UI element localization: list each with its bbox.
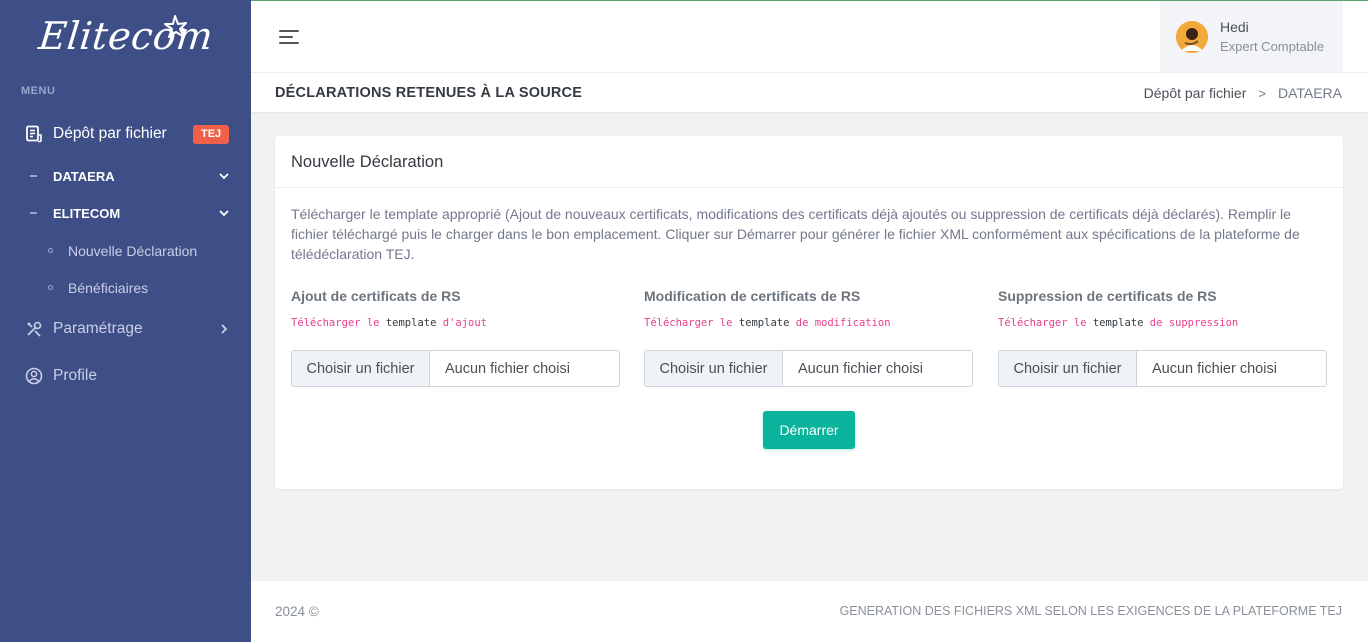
sidebar-item-profile[interactable]: Profile <box>0 361 251 391</box>
breadcrumb-item-dataera: DATAERA <box>1277 85 1342 101</box>
breadcrumb-separator: > <box>1258 85 1266 101</box>
sidebar-item-label: ELITECOM <box>53 205 121 221</box>
column-label: Ajout de certificats de RS <box>291 288 461 304</box>
page-title: DÉCLARATIONS RETENUES À LA SOURCE <box>275 85 583 101</box>
ajout-column: Ajout de certificats de RS Télécharger l… <box>291 288 620 387</box>
file-name: Aucun fichier choisi <box>1152 360 1277 377</box>
download-template-link[interactable]: Télécharger le template de suppression <box>998 317 1327 329</box>
footer-copyright: 2024 © <box>275 604 319 619</box>
footer: 2024 © GENERATION DES FICHIERS XML SELON… <box>251 581 1368 642</box>
sidebar: Elitecom MENU Dépôt par fichier TEJ DATA… <box>0 0 251 642</box>
breadcrumb: Dépôt par fichier > DATAERA <box>1144 85 1342 101</box>
modification-file-input[interactable]: Choisir un fichier Aucun fichier choisi <box>644 350 973 387</box>
sidebar-item-nouvelle-declaration[interactable]: Nouvelle Déclaration <box>0 240 251 262</box>
chevron-right-icon <box>221 324 228 334</box>
user-name: Hedi <box>1220 19 1249 35</box>
ajout-file-input[interactable]: Choisir un fichier Aucun fichier choisi <box>291 350 620 387</box>
sidebar-item-depot[interactable]: Dépôt par fichier TEJ <box>0 119 251 149</box>
column-label: Suppression de certificats de RS <box>998 288 1217 304</box>
avatar <box>1176 21 1208 53</box>
top-bar: Hedi Expert Comptable <box>251 0 1368 72</box>
declaration-card: Nouvelle Déclaration Télécharger le temp… <box>275 136 1343 489</box>
user-avatar-icon <box>1176 21 1208 53</box>
sidebar-item-label: DATAERA <box>53 168 115 184</box>
sidebar-item-label: Paramétrage <box>53 320 143 337</box>
user-role: Expert Comptable <box>1220 39 1325 54</box>
star-icon <box>164 15 187 38</box>
suppression-file-input[interactable]: Choisir un fichier Aucun fichier choisi <box>998 350 1327 387</box>
page-title-bar: DÉCLARATIONS RETENUES À LA SOURCE Dépôt … <box>251 72 1368 112</box>
bullet-icon <box>48 285 53 290</box>
download-template-link[interactable]: Télécharger le template d'ajout <box>291 317 620 329</box>
user-menu[interactable]: Hedi Expert Comptable <box>1160 1 1343 72</box>
footer-tagline: GENERATION DES FICHIERS XML SELON LES EX… <box>839 604 1342 618</box>
modification-column: Modification de certificats de RS Téléch… <box>644 288 973 387</box>
chevron-down-icon <box>219 173 229 180</box>
sidebar-item-beneficiaires[interactable]: Bénéficiaires <box>0 277 251 299</box>
file-name: Aucun fichier choisi <box>798 360 923 377</box>
sidebar-item-label: Nouvelle Déclaration <box>68 243 198 259</box>
bullet-icon <box>48 248 53 253</box>
file-name: Aucun fichier choisi <box>445 360 570 377</box>
breadcrumb-item-depot[interactable]: Dépôt par fichier <box>1144 85 1247 101</box>
download-template-link[interactable]: Télécharger le template de modification <box>644 317 973 329</box>
sidebar-item-label: Bénéficiaires <box>68 280 149 296</box>
document-icon <box>26 125 42 143</box>
sidebar-item-dataera[interactable]: DATAERA <box>0 164 251 188</box>
sidebar-item-parametrage[interactable]: Paramétrage <box>0 314 251 344</box>
dash-icon <box>30 175 37 177</box>
choose-file-button[interactable]: Choisir un fichier <box>645 351 783 386</box>
chevron-down-icon <box>219 210 229 217</box>
dash-icon <box>30 212 37 214</box>
tools-icon <box>27 321 42 337</box>
sidebar-item-label: Profile <box>53 367 97 384</box>
suppression-column: Suppression de certificats de RS Télécha… <box>998 288 1327 387</box>
logo[interactable]: Elitecom <box>0 0 251 72</box>
sidebar-item-elitecom[interactable]: ELITECOM <box>0 201 251 225</box>
choose-file-button[interactable]: Choisir un fichier <box>999 351 1137 386</box>
column-label: Modification de certificats de RS <box>644 288 861 304</box>
card-description: Télécharger le template approprié (Ajout… <box>291 206 1300 262</box>
sidebar-item-label: Dépôt par fichier <box>53 125 167 142</box>
menu-toggle-icon[interactable] <box>279 28 301 46</box>
choose-file-button[interactable]: Choisir un fichier <box>292 351 430 386</box>
tej-badge: TEJ <box>193 125 230 144</box>
menu-title: MENU <box>21 85 56 97</box>
start-button[interactable]: Démarrer <box>763 411 855 449</box>
user-circle-icon <box>25 367 43 385</box>
card-title: Nouvelle Déclaration <box>275 136 1343 188</box>
